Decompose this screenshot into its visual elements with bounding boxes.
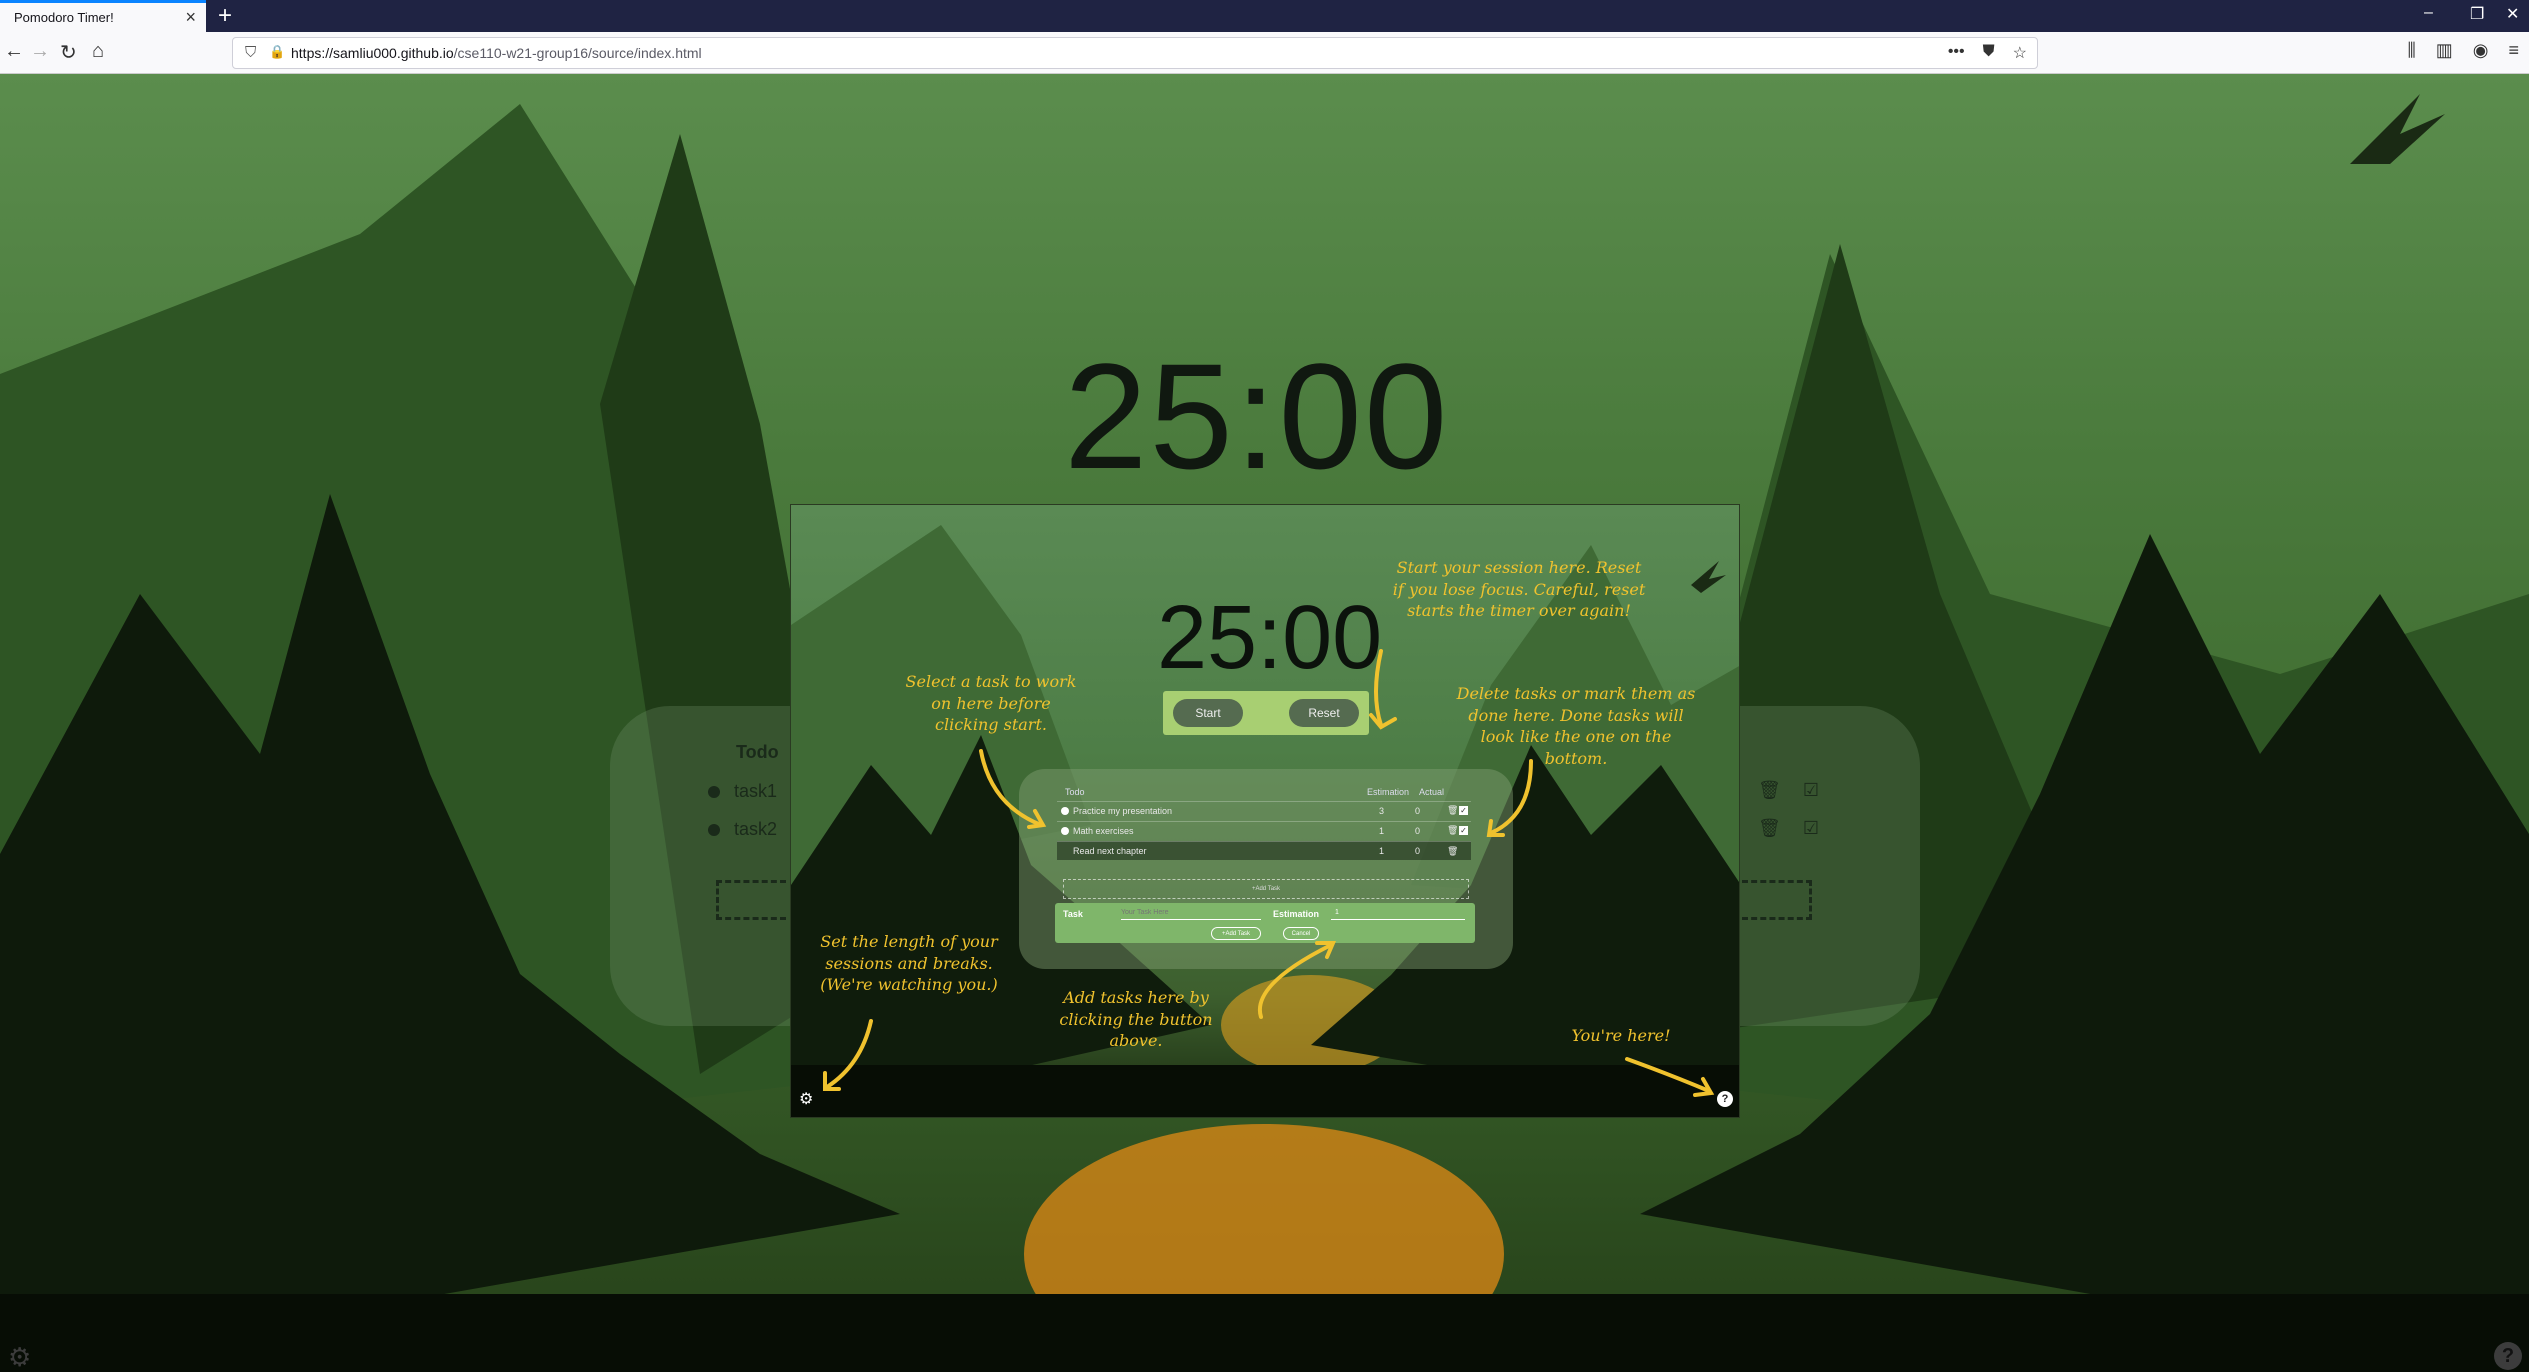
shield-icon[interactable]: ⛉	[245, 44, 256, 61]
settings-gear-icon[interactable]: ⚙	[8, 1342, 31, 1372]
background-task-name: task1	[734, 781, 778, 801]
background-add-task-outline[interactable]	[716, 880, 786, 920]
back-icon[interactable]: ←	[4, 40, 24, 63]
url-path: /cse110-w21-group16/source/index.html	[453, 45, 702, 61]
window-restore-button[interactable]: ❐	[2470, 4, 2484, 24]
tab-title: Pomodoro Timer!	[14, 10, 114, 25]
annotation-arrows	[823, 649, 1715, 1097]
url-bar[interactable]: ⛉ 🔒 https://samliu000.github.io /cse110-…	[232, 37, 2038, 69]
help-question-icon[interactable]: ?	[2494, 1342, 2522, 1370]
toolbar-right: ⫼ ▥ ◉ ≡	[2407, 40, 2529, 61]
help-overlay[interactable]: 25:00 Start Reset Todo Estimation Actual…	[790, 504, 1740, 1118]
browser-tabstrip: Pomodoro Timer! × + – ❐ ✕	[0, 0, 2529, 32]
background-task-row[interactable]: task2	[708, 819, 777, 840]
background-todo-header: Todo	[736, 742, 779, 762]
trash-icon[interactable]: 🗑	[1758, 780, 1781, 801]
app-page: 25:00 Todo task1 task2 🗑 ☑ 🗑 ☑ ⚙ ? 25:00…	[0, 74, 2529, 1372]
forward-icon[interactable]: →	[30, 40, 50, 63]
tab-close-icon[interactable]: ×	[185, 7, 196, 28]
pocket-icon[interactable]: ⛊	[1983, 43, 1995, 63]
background-task-name: task2	[734, 819, 778, 839]
background-task-row[interactable]: task1	[708, 781, 777, 802]
overlay-settings-gear-icon[interactable]: ⚙	[799, 1089, 813, 1109]
new-tab-button[interactable]: +	[218, 2, 232, 30]
bookmark-star-icon[interactable]: ☆	[2013, 43, 2027, 63]
url-actions: ••• ⛊ ☆	[1948, 43, 2027, 63]
lock-icon[interactable]: 🔒	[269, 44, 285, 60]
checkbox-icon[interactable]: ☑	[1803, 780, 1819, 801]
radio-icon[interactable]	[708, 823, 720, 836]
reload-icon[interactable]: ↻	[60, 40, 77, 65]
home-icon[interactable]: ⌂	[92, 40, 104, 63]
checkbox-icon[interactable]: ☑	[1803, 818, 1819, 839]
account-icon[interactable]: ◉	[2473, 40, 2489, 61]
trash-icon[interactable]: 🗑	[1758, 818, 1781, 839]
window-close-button[interactable]: ✕	[2506, 4, 2519, 24]
url-host: https://samliu000.github.io	[291, 45, 454, 61]
background-row-actions: 🗑 ☑	[1758, 780, 1819, 801]
background-add-task-outline[interactable]	[1742, 880, 1812, 920]
sidebar-icon[interactable]: ▥	[2436, 40, 2453, 61]
window-minimize-button[interactable]: –	[2424, 4, 2433, 22]
radio-icon[interactable]	[708, 785, 720, 798]
browser-navbar: ← → ↻ ⌂ ⛉ 🔒 https://samliu000.github.io …	[0, 32, 2529, 74]
background-row-actions: 🗑 ☑	[1758, 818, 1819, 839]
library-icon[interactable]: ⫼	[2407, 40, 2415, 61]
overlay-help-question-icon[interactable]: ?	[1717, 1091, 1733, 1107]
background-timer: 25:00	[1064, 332, 1450, 500]
page-actions-icon[interactable]: •••	[1948, 43, 1965, 63]
menu-icon[interactable]: ≡	[2508, 40, 2519, 61]
browser-tab[interactable]: Pomodoro Timer! ×	[0, 0, 206, 32]
